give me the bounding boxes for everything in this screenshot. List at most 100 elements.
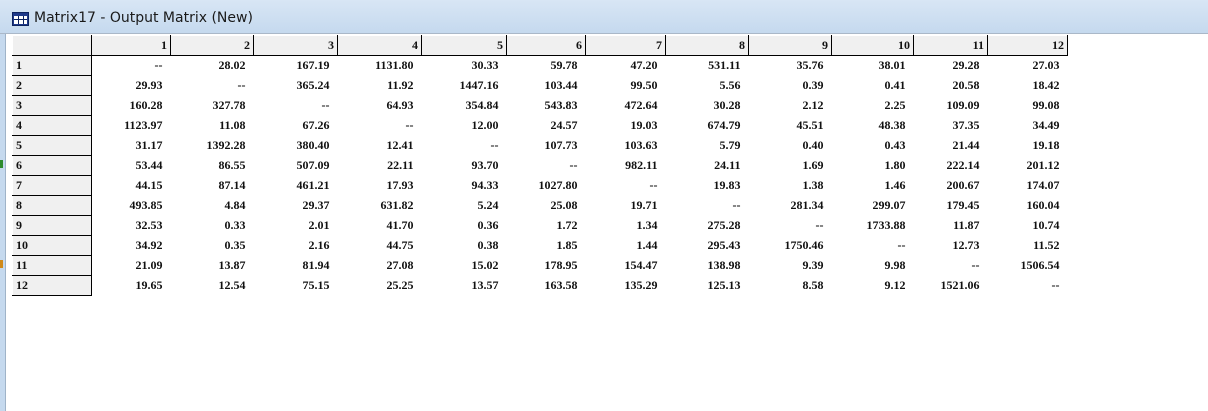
matrix-cell[interactable]: 138.98 (666, 256, 749, 276)
matrix-cell[interactable]: 44.15 (92, 176, 171, 196)
matrix-cell[interactable]: 21.09 (92, 256, 171, 276)
row-header[interactable]: 3 (12, 95, 92, 116)
matrix-cell[interactable]: 1.34 (586, 216, 666, 236)
matrix-cell[interactable]: 9.98 (832, 256, 914, 276)
matrix-cell[interactable]: 28.02 (171, 56, 254, 76)
matrix-cell[interactable]: 2.25 (832, 96, 914, 116)
matrix-cell[interactable]: 631.82 (338, 196, 422, 216)
matrix-cell[interactable]: -- (666, 196, 749, 216)
matrix-cell[interactable]: 19.65 (92, 276, 171, 296)
matrix-cell[interactable]: 38.01 (832, 56, 914, 76)
row-header[interactable]: 12 (12, 275, 92, 296)
matrix-cell[interactable]: 24.57 (507, 116, 586, 136)
matrix-cell[interactable]: 354.84 (422, 96, 507, 116)
matrix-cell[interactable]: 20.58 (914, 76, 988, 96)
column-header[interactable]: 10 (831, 35, 914, 56)
matrix-cell[interactable]: 11.87 (914, 216, 988, 236)
matrix-cell[interactable]: 5.79 (666, 136, 749, 156)
matrix-cell[interactable]: 12.00 (422, 116, 507, 136)
matrix-cell[interactable]: 103.63 (586, 136, 666, 156)
matrix-cell[interactable]: 94.33 (422, 176, 507, 196)
matrix-cell[interactable]: 299.07 (832, 196, 914, 216)
matrix-cell[interactable]: 31.17 (92, 136, 171, 156)
column-header[interactable]: 11 (913, 35, 988, 56)
matrix-cell[interactable]: 674.79 (666, 116, 749, 136)
row-header[interactable]: 6 (12, 155, 92, 176)
matrix-cell[interactable]: 45.51 (749, 116, 832, 136)
matrix-cell[interactable]: 19.03 (586, 116, 666, 136)
matrix-cell[interactable]: 93.70 (422, 156, 507, 176)
matrix-cell[interactable]: 531.11 (666, 56, 749, 76)
matrix-cell[interactable]: -- (254, 96, 338, 116)
column-header[interactable]: 2 (170, 35, 254, 56)
matrix-cell[interactable]: 0.41 (832, 76, 914, 96)
matrix-cell[interactable]: 75.15 (254, 276, 338, 296)
matrix-cell[interactable]: 34.49 (988, 116, 1068, 136)
matrix-cell[interactable]: 461.21 (254, 176, 338, 196)
matrix-cell[interactable]: 4.84 (171, 196, 254, 216)
matrix-cell[interactable]: 86.55 (171, 156, 254, 176)
matrix-cell[interactable]: 109.09 (914, 96, 988, 116)
matrix-cell[interactable]: 1750.46 (749, 236, 832, 256)
matrix-cell[interactable]: 327.78 (171, 96, 254, 116)
matrix-cell[interactable]: 48.38 (832, 116, 914, 136)
matrix-cell[interactable]: 29.93 (92, 76, 171, 96)
matrix-cell[interactable]: 87.14 (171, 176, 254, 196)
matrix-cell[interactable]: 178.95 (507, 256, 586, 276)
matrix-cell[interactable]: 11.92 (338, 76, 422, 96)
matrix-cell[interactable]: 0.33 (171, 216, 254, 236)
matrix-cell[interactable]: 543.83 (507, 96, 586, 116)
matrix-cell[interactable]: 53.44 (92, 156, 171, 176)
matrix-cell[interactable]: 1123.97 (92, 116, 171, 136)
matrix-cell[interactable]: 19.18 (988, 136, 1068, 156)
matrix-cell[interactable]: -- (832, 236, 914, 256)
matrix-cell[interactable]: 81.94 (254, 256, 338, 276)
matrix-cell[interactable]: 200.67 (914, 176, 988, 196)
matrix-cell[interactable]: -- (749, 216, 832, 236)
matrix-cell[interactable]: 67.26 (254, 116, 338, 136)
matrix-cell[interactable]: -- (171, 76, 254, 96)
matrix-cell[interactable]: 12.41 (338, 136, 422, 156)
matrix-cell[interactable]: 174.07 (988, 176, 1068, 196)
row-header[interactable]: 2 (12, 75, 92, 96)
matrix-cell[interactable]: 24.11 (666, 156, 749, 176)
matrix-cell[interactable]: -- (422, 136, 507, 156)
matrix-cell[interactable]: 35.76 (749, 56, 832, 76)
matrix-cell[interactable]: 135.29 (586, 276, 666, 296)
matrix-cell[interactable]: 12.54 (171, 276, 254, 296)
matrix-cell[interactable]: 29.28 (914, 56, 988, 76)
matrix-cell[interactable]: 1447.16 (422, 76, 507, 96)
matrix-cell[interactable]: 5.24 (422, 196, 507, 216)
matrix-cell[interactable]: 10.74 (988, 216, 1068, 236)
column-header[interactable]: 1 (91, 35, 171, 56)
matrix-cell[interactable]: 0.43 (832, 136, 914, 156)
matrix-cell[interactable]: 13.57 (422, 276, 507, 296)
matrix-cell[interactable]: 1506.54 (988, 256, 1068, 276)
matrix-cell[interactable]: 2.01 (254, 216, 338, 236)
row-header[interactable]: 10 (12, 235, 92, 256)
matrix-cell[interactable]: 34.92 (92, 236, 171, 256)
matrix-cell[interactable]: 2.12 (749, 96, 832, 116)
matrix-cell[interactable]: 11.52 (988, 236, 1068, 256)
matrix-cell[interactable]: 472.64 (586, 96, 666, 116)
matrix-cell[interactable]: 1.44 (586, 236, 666, 256)
matrix-cell[interactable]: -- (92, 56, 171, 76)
matrix-cell[interactable]: 64.93 (338, 96, 422, 116)
matrix-cell[interactable]: 47.20 (586, 56, 666, 76)
matrix-cell[interactable]: 167.19 (254, 56, 338, 76)
matrix-cell[interactable]: 982.11 (586, 156, 666, 176)
matrix-cell[interactable]: 29.37 (254, 196, 338, 216)
matrix-cell[interactable]: 163.58 (507, 276, 586, 296)
matrix-cell[interactable]: 99.50 (586, 76, 666, 96)
matrix-cell[interactable]: 9.12 (832, 276, 914, 296)
matrix-cell[interactable]: 21.44 (914, 136, 988, 156)
matrix-cell[interactable]: 160.28 (92, 96, 171, 116)
column-header[interactable]: 12 (987, 35, 1068, 56)
row-header[interactable]: 7 (12, 175, 92, 196)
matrix-cell[interactable]: 25.25 (338, 276, 422, 296)
matrix-cell[interactable]: 30.33 (422, 56, 507, 76)
matrix-cell[interactable]: 2.16 (254, 236, 338, 256)
matrix-cell[interactable]: 1392.28 (171, 136, 254, 156)
matrix-cell[interactable]: 25.08 (507, 196, 586, 216)
matrix-corner-cell[interactable] (12, 35, 92, 56)
